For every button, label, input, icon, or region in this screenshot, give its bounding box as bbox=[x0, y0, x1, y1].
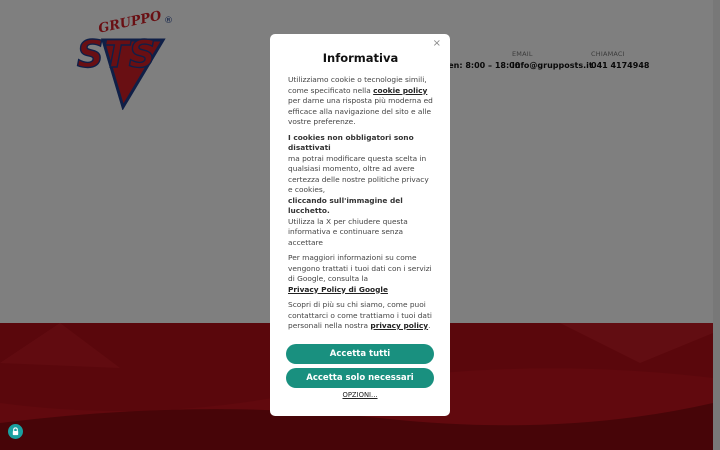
lock-glyph bbox=[12, 427, 19, 436]
google-privacy-link[interactable]: Privacy Policy di Google bbox=[288, 285, 388, 294]
cookie-dialog: × Informativa Utilizziamo cookie o tecno… bbox=[270, 34, 450, 416]
privacy-policy-link[interactable]: privacy policy bbox=[370, 321, 428, 330]
paragraph-google: Per maggiori informazioni su come vengon… bbox=[288, 253, 432, 294]
cookie-policy-link[interactable]: cookie policy bbox=[373, 86, 427, 95]
paragraph-cookies: Utilizziamo cookie o tecnologie simili, … bbox=[288, 75, 433, 126]
dialog-body: Utilizziamo cookie o tecnologie simili, … bbox=[288, 75, 433, 332]
accept-all-button[interactable]: Accetta tutti bbox=[286, 344, 434, 364]
paragraph-privacy: Scopri di più su chi siamo, come puoi co… bbox=[288, 300, 432, 330]
close-icon[interactable]: × bbox=[433, 38, 441, 49]
dialog-title: Informativa bbox=[322, 51, 399, 65]
accept-necessary-button[interactable]: Accetta solo necessari bbox=[286, 368, 434, 388]
paragraph-disabled: I cookies non obbligatori sono disattiva… bbox=[288, 132, 429, 247]
lock-icon[interactable] bbox=[8, 424, 23, 439]
options-link[interactable]: OPZIONI... bbox=[270, 391, 450, 399]
